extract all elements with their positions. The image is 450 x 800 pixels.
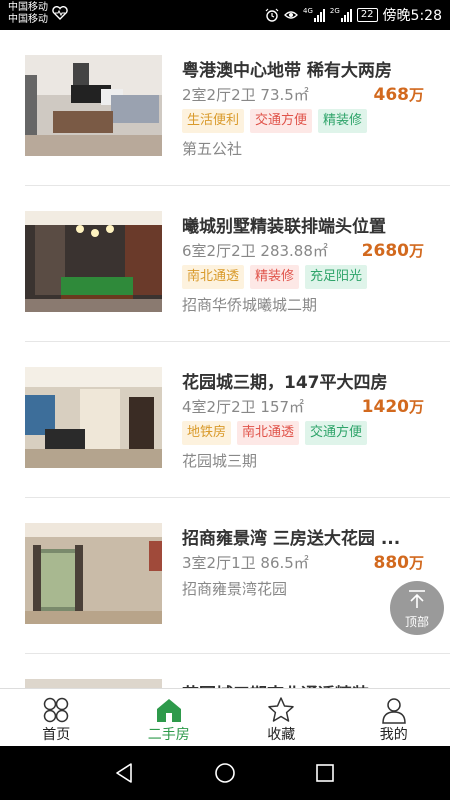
nav-secondhand-label: 二手房 [147, 727, 190, 743]
system-nav-bar [0, 746, 450, 800]
listing-spec: 6室2厅2卫 283.88㎡ [182, 242, 328, 260]
user-icon [381, 698, 406, 724]
listing-tag: 精装修 [318, 109, 368, 133]
nav-home-label: 首页 [42, 727, 71, 743]
listing-photo [25, 55, 162, 156]
price-value: 880 [373, 553, 409, 573]
signal-1-icon: 4G [303, 8, 325, 22]
alarm-icon [265, 8, 279, 22]
listing-tag: 交通方便 [305, 421, 368, 445]
nav-favorites[interactable]: 收藏 [225, 689, 338, 746]
listing-price: 880万 [373, 552, 424, 573]
back-to-top-button[interactable]: 顶部 [390, 581, 444, 635]
listing-photo [25, 367, 162, 468]
nav-favorites-label: 收藏 [267, 727, 296, 743]
listing-community: 招商雍景湾花园 [182, 580, 288, 598]
listing-tag: 精装修 [250, 265, 300, 289]
price-value: 468 [373, 85, 409, 105]
listing-item[interactable]: 招商雍景湾 三房送大花园 ... 3室2厅1卫 86.5㎡ 880万 招商雍景湾… [0, 498, 450, 654]
listing-tag: 南北通透 [237, 421, 300, 445]
listing-community: 招商华侨城曦城二期 [182, 296, 318, 314]
listing-price: 1420万 [362, 396, 424, 417]
listing-tag: 生活便利 [182, 109, 245, 133]
listing-community: 第五公社 [182, 140, 243, 158]
listing-price: 2680万 [362, 240, 424, 261]
listing-photo [25, 211, 162, 312]
listing-spec: 4室2厅2卫 157㎡ [182, 398, 305, 416]
price-value: 1420 [361, 397, 409, 417]
bottom-nav: 首页 二手房 收藏 我的 [0, 688, 450, 746]
listing-item[interactable]: 花园城三期南北通透精装 [0, 654, 450, 688]
listing-item[interactable]: 花园城三期，147平大四房 4室2厅2卫 157㎡ 1420万 地铁房 南北通透… [0, 342, 450, 498]
listing-item[interactable]: 粤港澳中心地带 稀有大两房 2室2厅2卫 73.5㎡ 468万 生活便利 交通方… [0, 30, 450, 186]
listing-tag: 交通方便 [250, 109, 313, 133]
status-bar: 中国移动 中国移动 4G 2G 22 傍晚5:28 [0, 0, 450, 30]
eye-icon [284, 11, 298, 19]
nav-secondhand[interactable]: 二手房 [113, 689, 226, 746]
listing-community: 花园城三期 [182, 452, 258, 470]
listing-price: 468万 [373, 84, 424, 105]
nav-me[interactable]: 我的 [338, 689, 450, 746]
listing-title: 粤港澳中心地带 稀有大两房 [182, 61, 392, 81]
network-1-label: 4G [303, 7, 313, 15]
listing-list[interactable]: 粤港澳中心地带 稀有大两房 2室2厅2卫 73.5㎡ 468万 生活便利 交通方… [0, 30, 450, 688]
listing-title: 曦城别墅精装联排端头位置 [182, 217, 386, 237]
home-icon[interactable] [214, 762, 236, 784]
battery-icon: 22 [356, 8, 378, 22]
back-icon[interactable] [113, 762, 135, 784]
nav-me-label: 我的 [379, 727, 408, 743]
price-unit: 万 [408, 86, 424, 104]
listing-tags: 生活便利 交通方便 精装修 [182, 109, 368, 133]
price-unit: 万 [408, 242, 424, 260]
clock: 傍晚5:28 [382, 8, 442, 24]
listing-title: 招商雍景湾 三房送大花园 ... [182, 529, 401, 549]
price-value: 2680 [361, 241, 409, 261]
listing-title: 花园城三期南北通透精装 [182, 680, 422, 688]
listing-photo [25, 679, 162, 688]
network-2-label: 2G [329, 7, 340, 15]
listing-tag: 充足阳光 [305, 265, 368, 289]
listing-photo [25, 523, 162, 624]
back-to-top-label: 顶部 [404, 615, 429, 629]
listing-item[interactable]: 曦城别墅精装联排端头位置 6室2厅2卫 283.88㎡ 2680万 南北通透 精… [0, 186, 450, 342]
listing-tags: 地铁房 南北通透 交通方便 [182, 421, 368, 445]
listing-spec: 3室2厅1卫 86.5㎡ [182, 554, 309, 572]
carrier-labels: 中国移动 中国移动 [8, 2, 48, 26]
signal-2-icon: 2G [330, 8, 352, 22]
house-icon [156, 699, 181, 722]
nav-home[interactable]: 首页 [0, 689, 113, 746]
listing-tags: 南北通透 精装修 充足阳光 [182, 265, 368, 289]
listing-tag: 地铁房 [182, 421, 232, 445]
listing-title: 花园城三期，147平大四房 [182, 373, 388, 393]
recent-apps-icon[interactable] [314, 762, 336, 784]
listing-spec: 2室2厅2卫 73.5㎡ [182, 86, 309, 104]
carrier-1: 中国移动 [8, 2, 48, 13]
price-unit: 万 [408, 398, 424, 416]
listing-tag: 南北通透 [182, 265, 245, 289]
star-icon [268, 697, 294, 722]
carrier-2: 中国移动 [8, 14, 48, 25]
home-grid-icon [44, 697, 69, 723]
health-heart-icon [52, 6, 68, 20]
arrow-up-icon [409, 590, 425, 608]
price-unit: 万 [408, 554, 424, 572]
